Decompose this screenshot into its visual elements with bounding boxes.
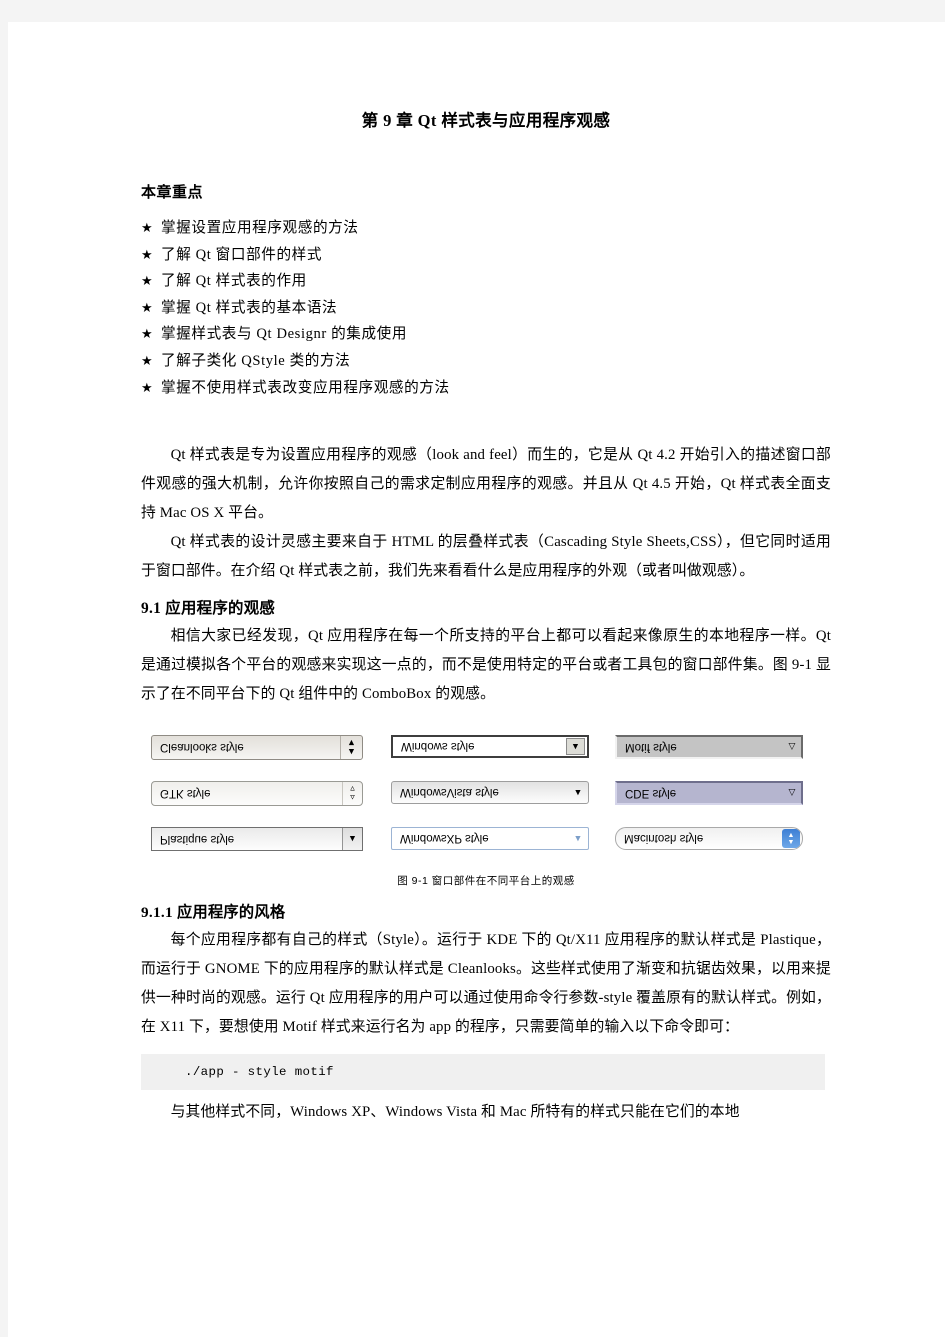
combo-cell: GTK style ▵ ▿ <box>151 781 373 827</box>
combobox-label: Plastique style <box>160 833 235 846</box>
updown-arrow-icon[interactable]: ▵ ▿ <box>342 782 362 806</box>
combo-cell: Plastique style ▲ <box>151 827 373 873</box>
list-item: ★ 掌握设置应用程序观感的方法 <box>141 215 831 242</box>
section-9-1-paragraph: 相信大家已经发现，Qt 应用程序在每一个所支持的平台上都可以看起来像原生的本地程… <box>141 628 831 703</box>
combobox-plastique[interactable]: Plastique style ▲ <box>151 827 363 852</box>
combobox-windows[interactable]: Windows style ▲ <box>391 735 589 759</box>
combobox-cleanlooks[interactable]: Cleanlooks style ▲ ▼ <box>151 735 363 761</box>
code-block: ./app - style motif <box>141 1054 825 1091</box>
list-item-label: 掌握 Qt 样式表的基本语法 <box>161 299 338 316</box>
star-bullet-icon: ★ <box>141 246 154 262</box>
combobox-motif[interactable]: Motif style △ <box>615 735 803 760</box>
list-item: ★ 掌握不使用样式表改变应用程序观感的方法 <box>141 375 831 402</box>
list-item-label: 了解 Qt 窗口部件的样式 <box>161 246 323 263</box>
intro-paragraph-2: Qt 样式表的设计灵感主要来自于 HTML 的层叠样式表（Cascading S… <box>141 534 831 580</box>
list-item-label: 掌握样式表与 Qt Designr 的集成使用 <box>161 326 408 343</box>
keypoints-heading: 本章重点 <box>141 185 204 201</box>
list-item: ★ 了解子类化 QStyle 类的方法 <box>141 348 831 375</box>
section-heading-9-1-1: 9.1.1 应用程序的风格 <box>141 904 286 922</box>
final-paragraph: 与其他样式不同，Windows XP、Windows Vista 和 Mac 所… <box>170 1104 740 1121</box>
list-item: ★ 掌握样式表与 Qt Designr 的集成使用 <box>141 321 831 348</box>
list-item-label: 掌握不使用样式表改变应用程序观感的方法 <box>161 379 450 396</box>
list-item: ★ 了解 Qt 样式表的作用 <box>141 268 831 295</box>
combobox-windowsxp[interactable]: WindowsXP style ▲ <box>391 827 589 851</box>
list-item: ★ 了解 Qt 窗口部件的样式 <box>141 242 831 269</box>
figure-caption: 图 9-1 窗口部件在不同平台上的观感 <box>397 875 575 888</box>
combo-cell: Cleanlooks style ▲ ▼ <box>151 735 373 781</box>
keypoints-list: ★ 掌握设置应用程序观感的方法 ★ 了解 Qt 窗口部件的样式 ★ 了解 Qt 样式表… <box>141 215 831 401</box>
list-item-label: 了解子类化 QStyle 类的方法 <box>161 352 351 369</box>
up-arrow-icon[interactable]: ▲ <box>568 782 588 803</box>
document-page: 第 9 章 Qt 样式表与应用程序观感 本章重点 ★ 掌握设置应用程序观感的方法 … <box>8 22 945 1337</box>
intro-paragraph-1: Qt 样式表是专为设置应用程序的观感（look and feel）而生的，它是从… <box>141 447 831 522</box>
section-heading-9-1: 9.1 应用程序的观感 <box>141 600 276 618</box>
combo-cell: WindowsVista style ▲ <box>391 781 597 827</box>
combobox-label: CDE style <box>625 787 677 800</box>
star-bullet-icon: ★ <box>141 220 154 235</box>
combo-cell: CDE style △ <box>615 781 831 827</box>
star-bullet-icon: ★ <box>141 326 154 342</box>
combo-cell: Macintosh style ▲ ▼ <box>615 827 831 873</box>
combobox-cde[interactable]: CDE style △ <box>615 781 803 806</box>
up-arrow-icon[interactable]: ▲ <box>342 828 362 851</box>
page-content: 第 9 章 Qt 样式表与应用程序观感 本章重点 ★ 掌握设置应用程序观感的方法 … <box>141 107 831 1127</box>
combobox-label: WindowsVista style <box>400 786 499 799</box>
combobox-label: Windows style <box>401 740 475 753</box>
star-bullet-icon: ★ <box>141 379 154 395</box>
combobox-gtk[interactable]: GTK style ▵ ▿ <box>151 781 363 807</box>
up-arrow-icon[interactable]: ▲ <box>568 828 588 849</box>
combobox-label: Macintosh style <box>624 832 704 845</box>
updown-arrow-icon[interactable]: ▲ ▼ <box>340 736 362 760</box>
star-bullet-icon: ★ <box>141 299 154 315</box>
combobox-label: GTK style <box>160 787 211 800</box>
combo-cell: Windows style ▲ <box>391 735 597 781</box>
triangle-outline-icon[interactable]: △ <box>783 783 801 803</box>
list-item-label: 了解 Qt 样式表的作用 <box>161 273 307 290</box>
section-9-1-1-paragraph: 每个应用程序都有自己的样式（Style）。运行于 KDE 下的 Qt/X11 应… <box>141 932 831 1036</box>
figure-9-1: Cleanlooks style ▲ ▼ Windows style ▲ Moti… <box>141 735 831 867</box>
star-bullet-icon: ★ <box>141 352 154 368</box>
triangle-outline-icon[interactable]: △ <box>783 737 801 757</box>
star-bullet-icon: ★ <box>141 273 154 289</box>
updown-arrow-icon[interactable]: ▲ ▼ <box>782 829 800 849</box>
list-item: ★ 掌握 Qt 样式表的基本语法 <box>141 295 831 322</box>
combo-cell: Motif style △ <box>615 735 831 781</box>
chapter-title: 第 9 章 Qt 样式表与应用程序观感 <box>361 111 611 130</box>
combobox-label: Motif style <box>625 741 677 754</box>
list-item-label: 掌握设置应用程序观感的方法 <box>161 220 359 236</box>
combobox-macintosh[interactable]: Macintosh style ▲ ▼ <box>615 827 803 851</box>
combobox-label: Cleanlooks style <box>160 741 244 754</box>
combobox-gallery: Cleanlooks style ▲ ▼ Windows style ▲ Moti… <box>151 735 831 873</box>
combobox-windowsvista[interactable]: WindowsVista style ▲ <box>391 781 589 805</box>
up-arrow-icon[interactable]: ▲ <box>566 738 585 756</box>
combo-cell: WindowsXP style ▲ <box>391 827 597 873</box>
combobox-label: WindowsXP style <box>400 832 489 845</box>
